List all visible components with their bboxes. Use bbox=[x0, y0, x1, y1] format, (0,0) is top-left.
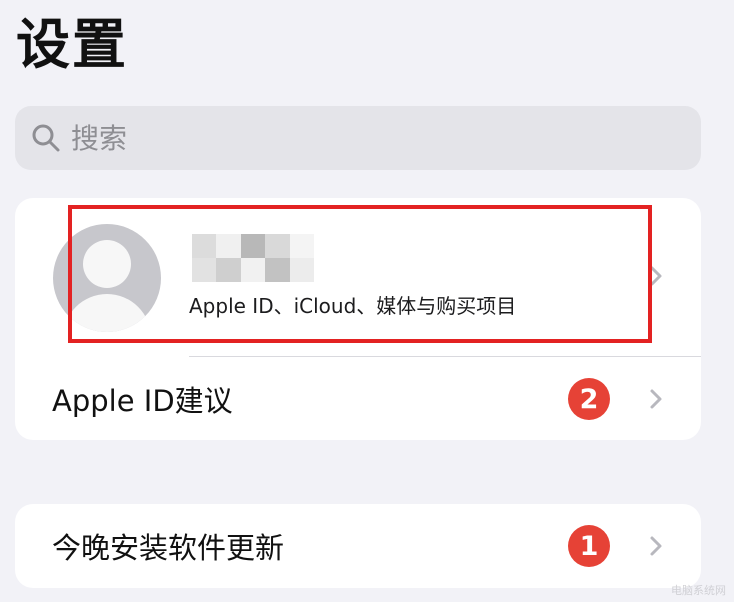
watermark: 电脑系统网 bbox=[671, 584, 726, 597]
search-input[interactable] bbox=[71, 118, 631, 158]
search-bar[interactable] bbox=[15, 106, 701, 170]
chevron-right-icon bbox=[647, 387, 665, 411]
apple-id-suggestions-row[interactable]: Apple ID建议 2 bbox=[15, 358, 701, 440]
software-update-row[interactable]: 今晚安装软件更新 1 bbox=[15, 504, 701, 588]
apple-id-suggestions-label: Apple ID建议 bbox=[52, 384, 233, 418]
software-update-label: 今晚安装软件更新 bbox=[52, 531, 285, 565]
highlight-annotation-box bbox=[68, 205, 652, 343]
page-title: 设置 bbox=[16, 13, 128, 76]
chevron-right-icon bbox=[647, 534, 665, 558]
notification-badge: 2 bbox=[568, 378, 610, 420]
search-icon bbox=[29, 121, 63, 155]
software-update-card: 今晚安装软件更新 1 bbox=[15, 504, 701, 588]
notification-badge: 1 bbox=[568, 525, 610, 567]
row-divider bbox=[189, 356, 701, 357]
